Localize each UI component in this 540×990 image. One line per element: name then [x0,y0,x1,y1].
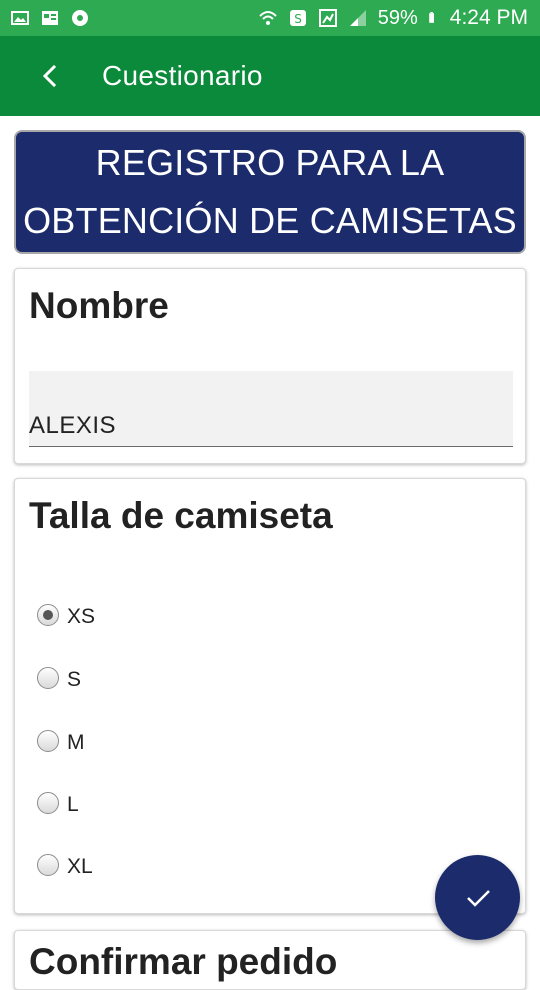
status-bar: S 59% 4:24 PM [0,0,540,36]
radio-option-xl[interactable]: XL [37,851,93,879]
page-title: Cuestionario [102,60,263,91]
data-saver-icon: S [289,10,306,26]
form-banner: REGISTRO PARA LA OBTENCIÓN DE CAMISETAS [14,130,526,254]
radio-button[interactable] [37,730,59,752]
gallery-icon [11,11,29,25]
name-input-value: ALEXIS [29,412,117,439]
radio-selected-dot [43,610,53,620]
radio-option-s[interactable]: S [37,664,81,692]
radio-label: S [67,668,82,691]
wifi-icon [259,11,277,25]
radio-button[interactable] [37,667,59,689]
size-question-title: Talla de camiseta [29,495,333,536]
status-right-icons: S 59% 4:24 PM [258,6,528,30]
radio-option-xs[interactable]: XS [37,601,95,629]
status-left-icons [10,8,90,28]
name-question-card: Nombre ALEXIS [14,268,526,464]
battery-icon [428,12,434,23]
name-question-title: Nombre [29,285,169,326]
confirm-question-title: Confirmar pedido [29,941,338,982]
radio-button[interactable] [37,604,59,626]
name-input[interactable]: ALEXIS [29,371,513,447]
clock: 4:24 PM [449,6,528,29]
radio-label: XL [67,855,93,878]
svg-text:S: S [294,12,302,26]
radio-option-l[interactable]: L [37,789,79,817]
screenshot-icon [318,9,337,27]
size-question-card: Talla de camiseta XS S M L XL [14,478,526,914]
settings-app-icon [72,10,88,26]
news-app-icon [42,11,58,25]
banner-line-1: REGISTRO PARA LA [95,142,445,183]
radio-option-m[interactable]: M [37,727,85,755]
back-button[interactable] [20,46,80,106]
radio-label: XS [67,605,96,628]
signal-icon [349,10,366,26]
check-icon [466,889,490,907]
banner-line-2: OBTENCIÓN DE CAMISETAS [23,200,517,241]
radio-button[interactable] [37,792,59,814]
submit-fab-button[interactable] [435,855,520,940]
radio-label: L [67,793,79,816]
app-bar: Cuestionario [0,36,540,116]
radio-button[interactable] [37,854,59,876]
battery-percent: 59% [377,6,418,29]
confirm-question-card: Confirmar pedido [14,930,526,990]
radio-label: M [67,731,85,754]
arrow-back-icon [42,64,57,88]
